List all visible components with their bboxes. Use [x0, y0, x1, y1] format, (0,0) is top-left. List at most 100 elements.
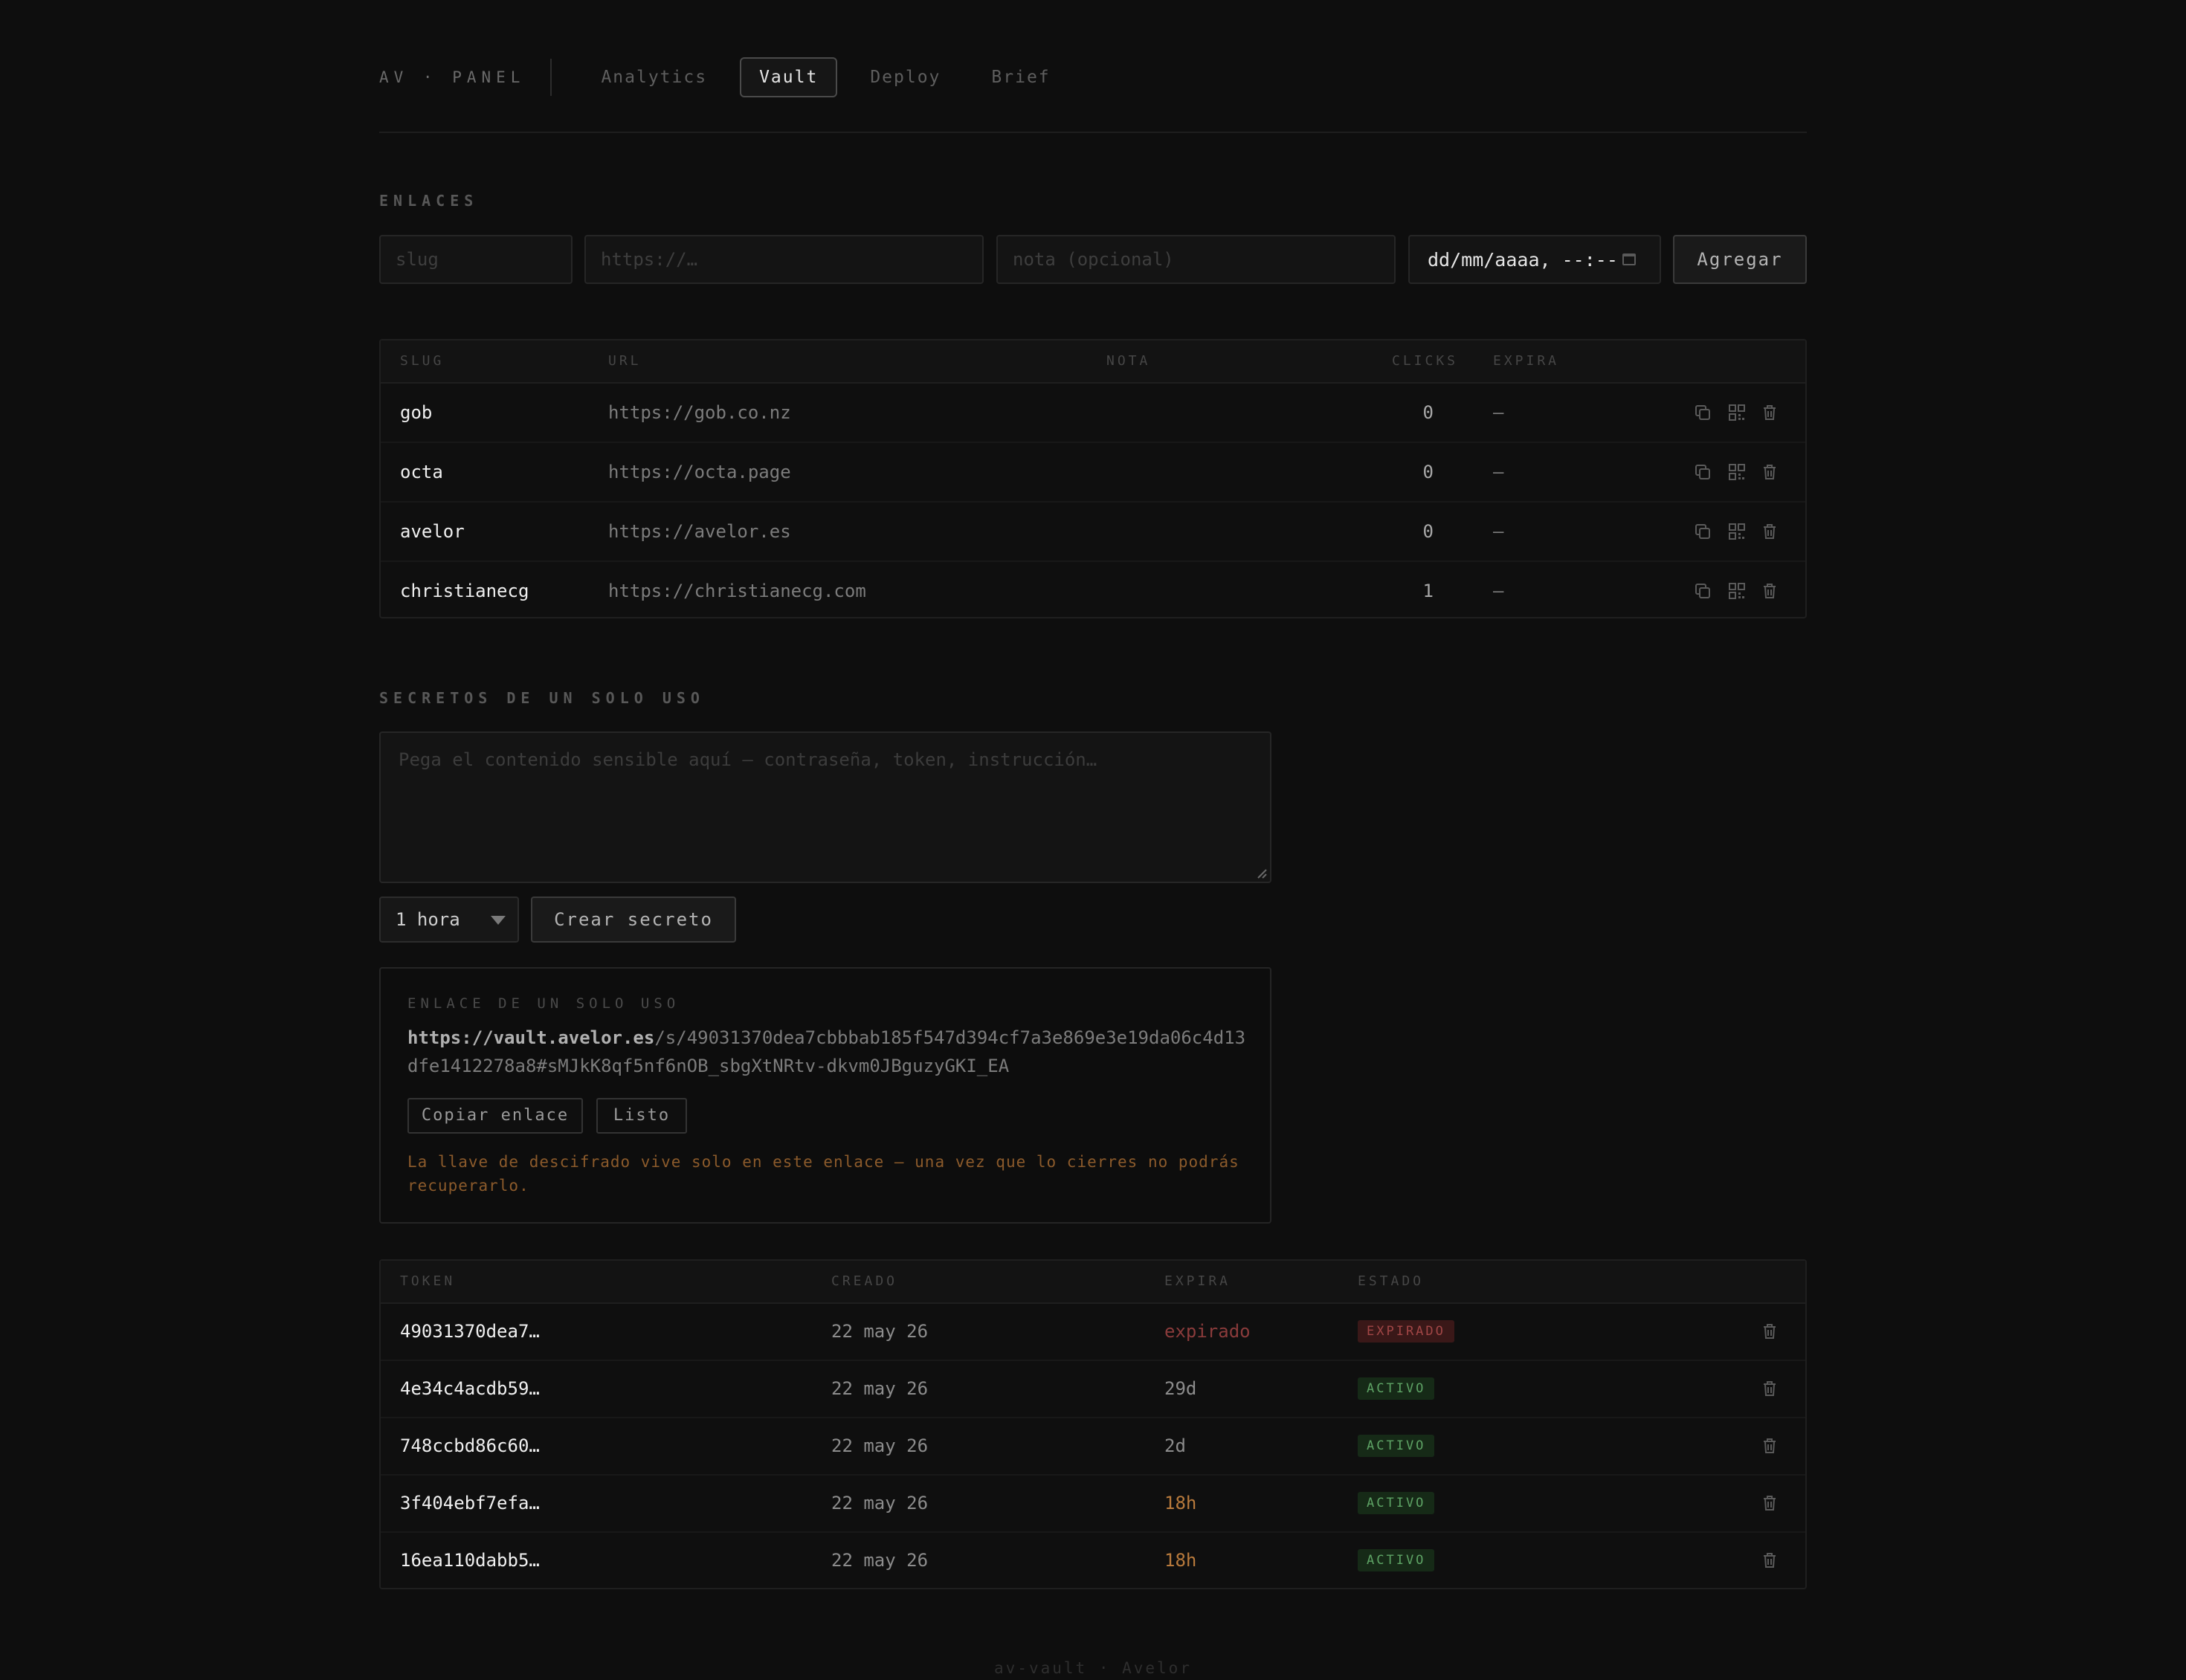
copy-icon[interactable]	[1694, 582, 1712, 600]
table-row: gob https://gob.co.nz 0 —	[381, 384, 1805, 443]
secret-token: 3f404ebf7efa…	[400, 1493, 540, 1513]
done-button[interactable]: Listo	[596, 1098, 687, 1134]
link-clicks: 1	[1422, 581, 1434, 601]
link-expires: —	[1493, 581, 1504, 601]
create-secret-button[interactable]: Crear secreto	[531, 896, 736, 943]
expiry-datetime-input[interactable]: dd/mm/aaaa, --:--	[1408, 235, 1661, 284]
table-row: 748ccbd86c60… 22 may 26 2d ACTIVO	[381, 1418, 1805, 1476]
link-expires: —	[1493, 521, 1504, 542]
brand-label: AV · PANEL	[379, 68, 526, 86]
qr-code-icon[interactable]	[1728, 582, 1746, 600]
status-badge: ACTIVO	[1358, 1435, 1435, 1457]
copy-icon[interactable]	[1694, 404, 1712, 421]
trash-icon[interactable]	[1761, 404, 1779, 421]
tab-vault[interactable]: Vault	[740, 57, 838, 97]
trash-icon[interactable]	[1761, 523, 1779, 540]
trash-icon[interactable]	[1761, 1380, 1779, 1398]
header-divider	[379, 132, 1807, 133]
calendar-icon[interactable]	[1622, 253, 1636, 265]
table-row: avelor https://avelor.es 0 —	[381, 503, 1805, 562]
column-header-expires: EXPIRA	[1164, 1273, 1231, 1289]
column-header-clicks: CLICKS	[1392, 353, 1459, 369]
one-time-link-url[interactable]: https://vault.avelor.es/s/49031370dea7cb…	[407, 1024, 1248, 1080]
secret-expires: 29d	[1164, 1378, 1197, 1399]
nav-divider	[550, 59, 552, 96]
secret-created: 22 may 26	[831, 1321, 929, 1342]
footer: av-vault · Avelor	[994, 1659, 1192, 1677]
secret-expires: expirado	[1164, 1321, 1251, 1342]
link-slug: avelor	[400, 521, 465, 542]
duration-select[interactable]: 1 hora	[379, 896, 519, 943]
secret-expires: 18h	[1164, 1493, 1197, 1513]
link-url[interactable]: https://christianecg.com	[608, 562, 866, 620]
top-nav: AV · PANEL Analytics Vault Deploy Brief	[379, 57, 1807, 97]
link-expires: —	[1493, 402, 1504, 423]
link-expires: —	[1493, 462, 1504, 482]
column-header-note: NOTA	[1106, 353, 1151, 369]
secret-token: 49031370dea7…	[400, 1321, 540, 1342]
status-badge: ACTIVO	[1358, 1492, 1435, 1514]
link-url[interactable]: https://octa.page	[608, 443, 791, 501]
table-row: 16ea110dabb5… 22 may 26 18h ACTIVO	[381, 1533, 1805, 1589]
copy-icon[interactable]	[1694, 463, 1712, 481]
trash-icon[interactable]	[1761, 1551, 1779, 1569]
secret-expires: 18h	[1164, 1550, 1197, 1571]
links-table: SLUG URL NOTA CLICKS EXPIRA gob https://g…	[379, 339, 1807, 618]
column-header-slug: SLUG	[400, 353, 445, 369]
trash-icon[interactable]	[1761, 1322, 1779, 1340]
link-clicks: 0	[1422, 462, 1434, 482]
column-header-token: TOKEN	[400, 1273, 456, 1289]
column-header-expires: EXPIRA	[1493, 353, 1560, 369]
qr-code-icon[interactable]	[1728, 523, 1746, 540]
trash-icon[interactable]	[1761, 463, 1779, 481]
one-time-link-title: ENLACE DE UN SOLO USO	[407, 995, 680, 1012]
qr-code-icon[interactable]	[1728, 463, 1746, 481]
table-row: christianecg https://christianecg.com 1 —	[381, 562, 1805, 620]
tab-analytics[interactable]: Analytics	[583, 59, 725, 96]
duration-select-value: 1 hora	[396, 909, 460, 930]
tab-brief[interactable]: Brief	[973, 59, 1068, 96]
add-link-button[interactable]: Agregar	[1673, 235, 1807, 284]
table-row: 3f404ebf7efa… 22 may 26 18h ACTIVO	[381, 1476, 1805, 1533]
resize-handle-icon[interactable]	[1257, 868, 1267, 879]
table-row: 49031370dea7… 22 may 26 expirado EXPIRADO	[381, 1304, 1805, 1361]
links-table-header: SLUG URL NOTA CLICKS EXPIRA	[381, 340, 1805, 384]
chevron-down-icon	[491, 916, 506, 925]
copy-link-button[interactable]: Copiar enlace	[407, 1098, 583, 1134]
link-url[interactable]: https://gob.co.nz	[608, 384, 791, 442]
url-input[interactable]	[584, 235, 984, 284]
decryption-key-warning: La llave de descifrado vive solo en este…	[407, 1153, 1239, 1195]
expiry-datetime-value: dd/mm/aaaa, --:--	[1428, 248, 1618, 271]
note-input[interactable]	[996, 235, 1396, 284]
one-time-link-panel: ENLACE DE UN SOLO USO https://vault.avel…	[379, 967, 1271, 1224]
slug-input[interactable]	[379, 235, 573, 284]
secret-token: 16ea110dabb5…	[400, 1550, 540, 1571]
link-slug: gob	[400, 402, 433, 423]
status-badge: EXPIRADO	[1358, 1320, 1454, 1343]
secret-created: 22 may 26	[831, 1378, 929, 1399]
status-badge: ACTIVO	[1358, 1377, 1435, 1400]
secret-created: 22 may 26	[831, 1435, 929, 1456]
column-header-status: ESTADO	[1358, 1273, 1425, 1289]
column-header-created: CREADO	[831, 1273, 898, 1289]
trash-icon[interactable]	[1761, 1437, 1779, 1455]
secrets-section-title: SECRETOS DE UN SOLO USO	[379, 689, 705, 707]
link-clicks: 0	[1422, 402, 1434, 423]
column-header-url: URL	[608, 353, 642, 369]
secrets-table: TOKEN CREADO EXPIRA ESTADO 49031370dea7……	[379, 1259, 1807, 1589]
copy-icon[interactable]	[1694, 523, 1712, 540]
tab-deploy[interactable]: Deploy	[852, 59, 958, 96]
secret-created: 22 may 26	[831, 1493, 929, 1513]
link-url[interactable]: https://avelor.es	[608, 503, 791, 560]
secret-content-input[interactable]	[379, 731, 1271, 883]
link-clicks: 0	[1422, 521, 1434, 542]
secret-token: 748ccbd86c60…	[400, 1435, 540, 1456]
qr-code-icon[interactable]	[1728, 404, 1746, 421]
links-section-title: ENLACES	[379, 192, 479, 210]
secrets-table-body: 49031370dea7… 22 may 26 expirado EXPIRADO 4e…	[381, 1304, 1805, 1589]
links-table-body: gob https://gob.co.nz 0 — octa https://octa.p…	[381, 384, 1805, 620]
one-time-link-host: https://vault.avelor.es	[407, 1027, 655, 1048]
trash-icon[interactable]	[1761, 582, 1779, 600]
trash-icon[interactable]	[1761, 1494, 1779, 1512]
table-row: 4e34c4acdb59… 22 may 26 29d ACTIVO	[381, 1361, 1805, 1418]
